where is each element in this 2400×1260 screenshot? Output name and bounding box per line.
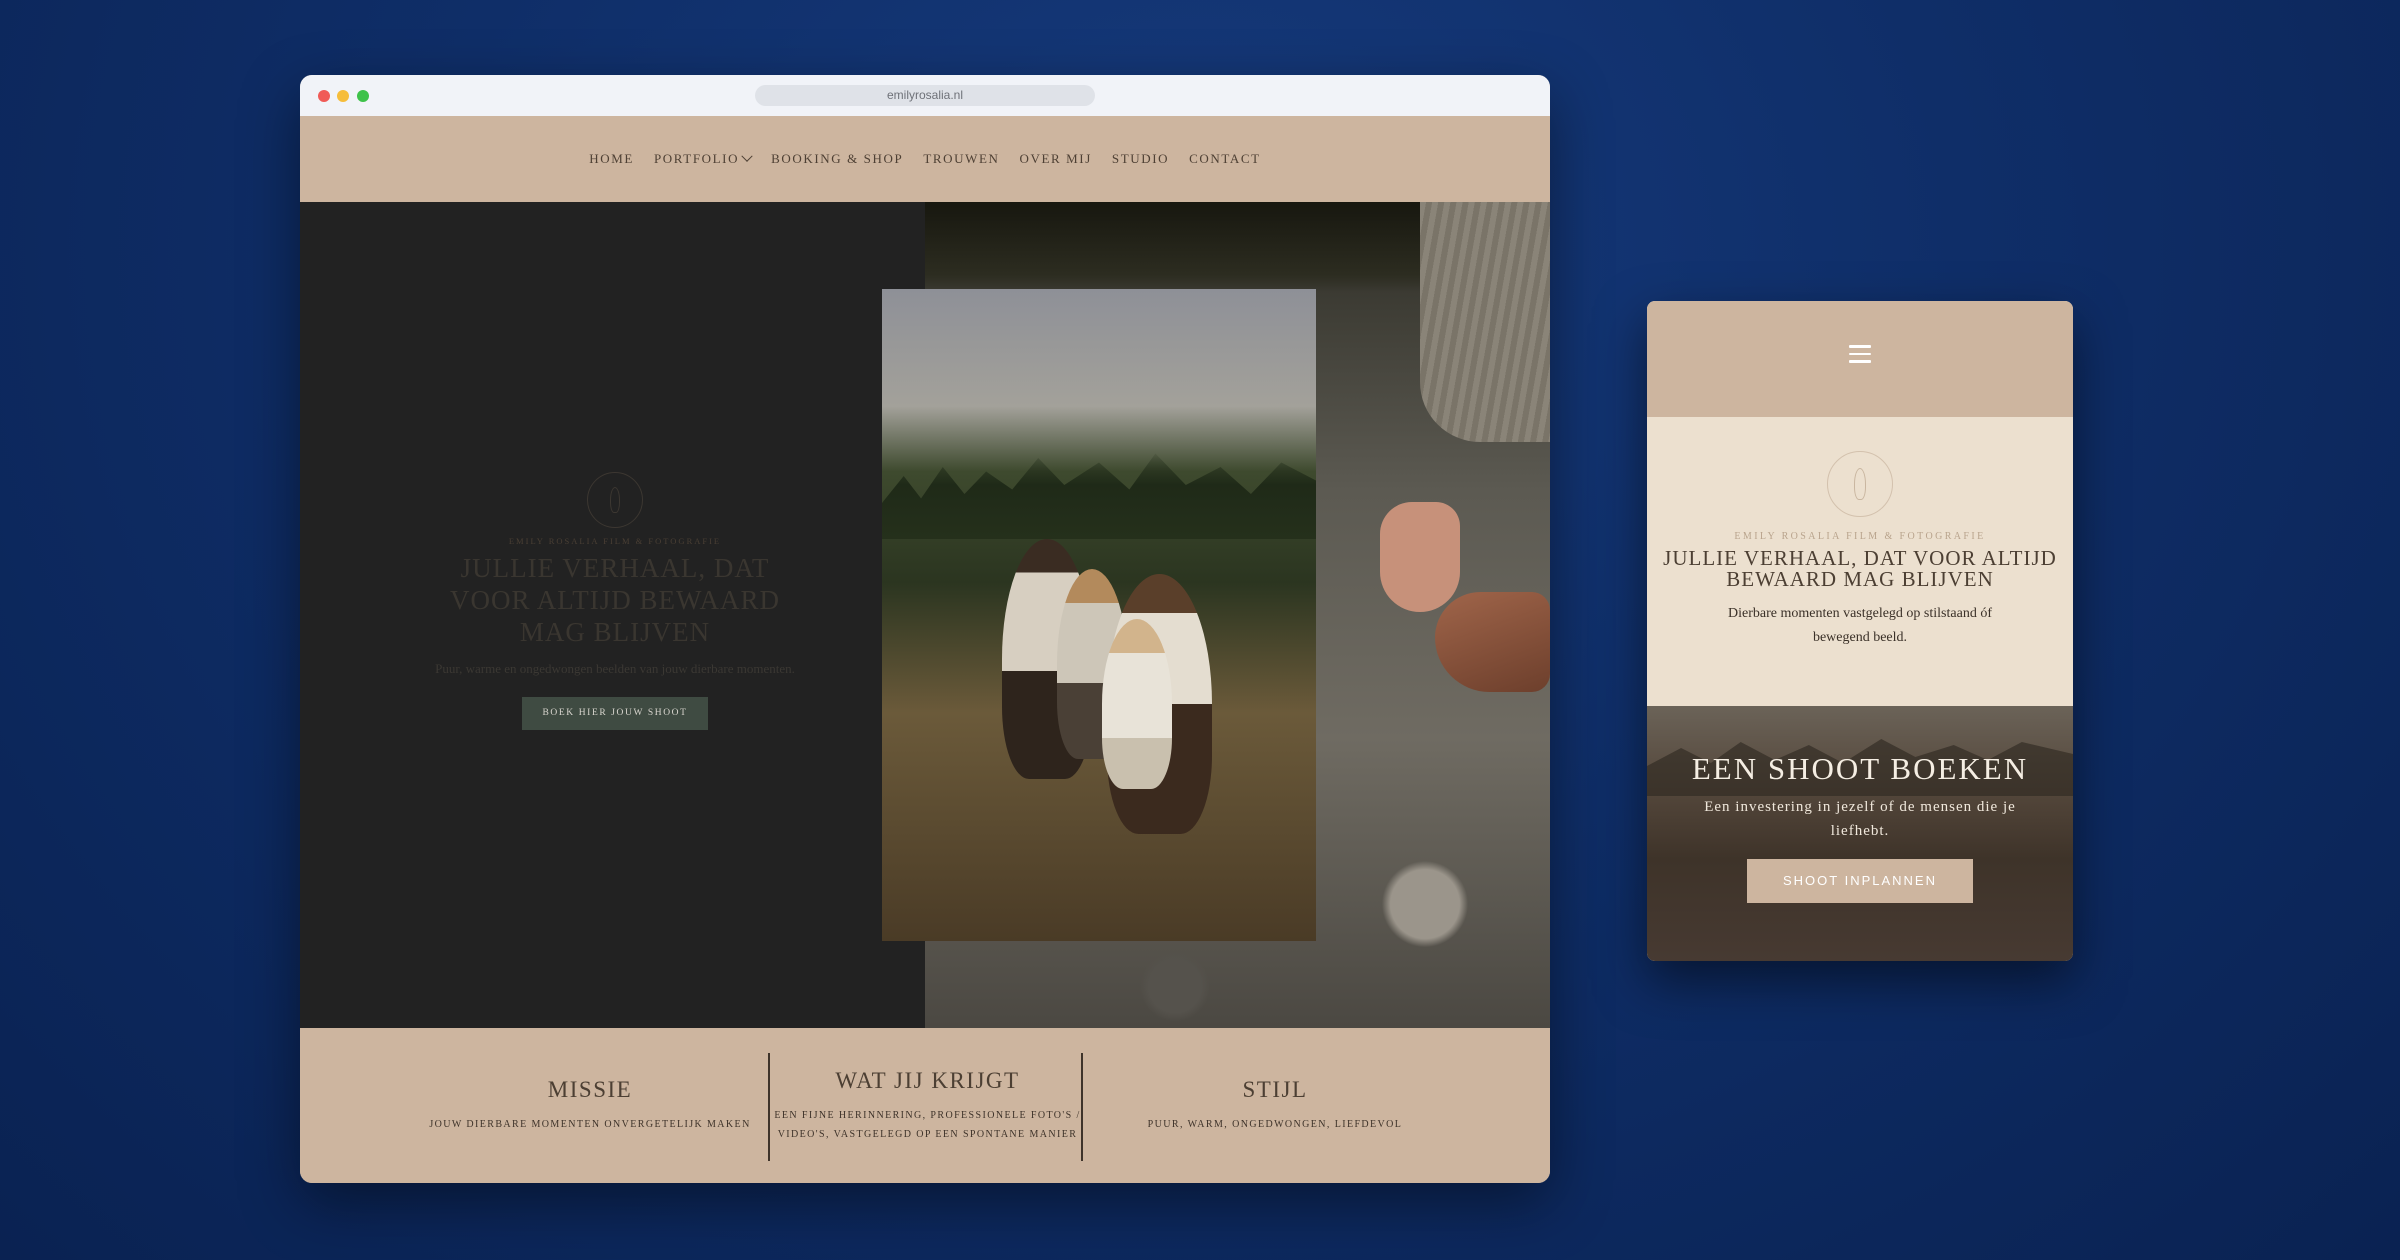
mobile-brand: EMILY ROSALIA FILM & FOTOGRAFIE — [1734, 531, 1986, 542]
nav-item-contact[interactable]: CONTACT — [1189, 151, 1261, 167]
hamburger-menu-icon[interactable] — [1849, 345, 1871, 363]
rose-logo-icon — [1827, 451, 1893, 517]
hero-subtitle: Puur, warme en ongedwongen beelden van j… — [435, 661, 795, 676]
nav-label: OVER MIJ — [1019, 151, 1092, 166]
address-bar[interactable]: emilyrosalia.nl — [755, 85, 1095, 106]
browser-toolbar: emilyrosalia.nl — [300, 75, 1550, 117]
photo-knit-sleeve — [1420, 202, 1550, 442]
nav-label: BOOKING & SHOP — [771, 151, 904, 166]
nav-item-portfolio[interactable]: PORTFOLIO — [653, 150, 753, 167]
nav-label: TROUWEN — [923, 151, 1000, 166]
hero-dark-panel: EMILY ROSALIA FILM & FOTOGRAFIE JULLIE V… — [300, 202, 925, 1028]
photo-hand — [1380, 502, 1460, 612]
feature-description: EEN FIJNE HERINNERING, PROFESSIONELE FOT… — [774, 1109, 1081, 1140]
mobile-booking-section: EEN SHOOT BOEKEN Een investering in jeze… — [1647, 706, 2073, 961]
photo-boot — [1435, 592, 1550, 692]
feature-title: WAT JIJ KRIJGT — [835, 1067, 1020, 1093]
feature-title: MISSIE — [547, 1077, 633, 1102]
nav-label: STUDIO — [1111, 151, 1170, 166]
mobile-subtitle: Dierbare momenten vastgelegd op stilstaa… — [1728, 606, 1992, 645]
nav-item-over-mij[interactable]: OVER MIJ — [1020, 151, 1092, 167]
close-window-button[interactable] — [318, 90, 330, 102]
booking-title: EEN SHOOT BOEKEN — [1691, 751, 2029, 786]
hero-section: EMILY ROSALIA FILM & FOTOGRAFIE JULLIE V… — [300, 202, 1550, 1028]
shoot-inplannen-button[interactable]: SHOOT INPLANNEN — [1747, 859, 1973, 903]
main-navigation: HOME PORTFOLIO BOOKING & SHOP TROUWEN OV… — [300, 116, 1550, 202]
feature-wat-jij-krijgt: WAT JIJ KRIJGT EEN FIJNE HERINNERING, PR… — [770, 1028, 1085, 1183]
nav-item-studio[interactable]: STUDIO — [1112, 151, 1169, 167]
feature-description: PUUR, WARM, ONGEDWONGEN, LIEFDEVOL — [1147, 1119, 1403, 1130]
desktop-browser-mockup: emilyrosalia.nl HOME PORTFOLIO BOOKING &… — [300, 75, 1550, 1183]
hero-brand: EMILY ROSALIA FILM & FOTOGRAFIE — [508, 536, 722, 546]
nav-label: HOME — [589, 151, 634, 166]
feature-title: STIJL — [1242, 1077, 1308, 1102]
nav-label: PORTFOLIO — [653, 151, 740, 166]
feature-stijl: STIJL PUUR, WARM, ONGEDWONGEN, LIEFDEVOL — [1090, 1028, 1460, 1183]
hero-content: EMILY ROSALIA FILM & FOTOGRAFIE JULLIE V… — [430, 472, 800, 730]
nav-item-home[interactable]: HOME — [589, 151, 634, 167]
book-shoot-button[interactable]: BOEK HIER JOUW SHOOT — [522, 697, 708, 730]
feature-divider — [1081, 1053, 1083, 1161]
nav-item-trouwen[interactable]: TROUWEN — [923, 151, 999, 167]
booking-subtitle: Een investering in jezelf of de mensen d… — [1704, 799, 2016, 839]
rose-logo-icon — [587, 472, 643, 528]
minimize-window-button[interactable] — [337, 90, 349, 102]
photo-daughter — [1102, 619, 1172, 789]
mobile-header — [1647, 301, 2073, 417]
nav-label: CONTACT — [1189, 151, 1261, 166]
feature-missie: MISSIE JOUW DIERBARE MOMENTEN ONVERGETEL… — [415, 1028, 765, 1183]
hero-title: JULLIE VERHAAL, DAT VOOR ALTIJD BEWAARD … — [449, 553, 780, 647]
nav-item-booking-shop[interactable]: BOOKING & SHOP — [771, 151, 903, 167]
mobile-intro: EMILY ROSALIA FILM & FOTOGRAFIE JULLIE V… — [1647, 417, 2073, 706]
maximize-window-button[interactable] — [357, 90, 369, 102]
mobile-title: JULLIE VERHAAL, DAT VOOR ALTIJD BEWAARD … — [1663, 546, 2057, 591]
photo-forest — [882, 453, 1316, 539]
family-photo — [882, 289, 1316, 941]
feature-description: JOUW DIERBARE MOMENTEN ONVERGETELIJK MAK… — [429, 1119, 751, 1130]
chevron-down-icon — [741, 150, 753, 162]
features-section: MISSIE JOUW DIERBARE MOMENTEN ONVERGETEL… — [300, 1028, 1550, 1183]
mobile-mockup: EMILY ROSALIA FILM & FOTOGRAFIE JULLIE V… — [1647, 301, 2073, 961]
